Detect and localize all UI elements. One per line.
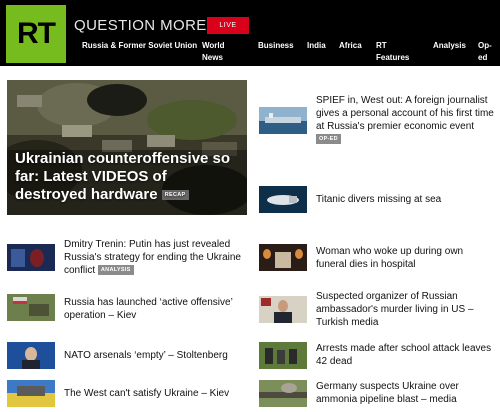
- nav-business[interactable]: Business: [258, 40, 294, 52]
- hero-headline[interactable]: Ukrainian counteroffensive so far: Lates…: [15, 150, 240, 204]
- story-ambassador[interactable]: Suspected organizer of Russian ambassado…: [316, 290, 496, 329]
- nav-op-ed[interactable]: Op-ed: [478, 40, 496, 64]
- story-title: SPIEF in, West out: A foreign journalist…: [316, 95, 494, 132]
- nav-russia[interactable]: Russia & Former Soviet Union: [82, 40, 200, 52]
- live-button[interactable]: LIVE: [207, 17, 249, 34]
- story-titanic[interactable]: Titanic divers missing at sea: [316, 193, 496, 206]
- story-trenin[interactable]: Dmitry Trenin: Putin has just revealed R…: [64, 238, 249, 277]
- trenin-thumbnail[interactable]: [7, 244, 55, 271]
- story-offensive[interactable]: Russia has launched ‘active offensive’ o…: [64, 296, 249, 322]
- school-attack-thumbnail[interactable]: [259, 342, 307, 369]
- hero-title-text: Ukrainian counteroffensive so far: Lates…: [15, 150, 231, 203]
- story-title: Germany suspects Ukraine over ammonia pi…: [316, 381, 459, 405]
- analysis-badge: ANALYSIS: [97, 265, 134, 276]
- ambassador-thumbnail[interactable]: [259, 296, 307, 323]
- story-spief[interactable]: SPIEF in, West out: A foreign journalist…: [316, 94, 496, 146]
- story-west-ukraine[interactable]: The West can't satisfy Ukraine – Kiev: [64, 387, 249, 400]
- story-pipeline[interactable]: Germany suspects Ukraine over ammonia pi…: [316, 380, 496, 406]
- story-title: Arrests made after school attack leaves …: [316, 343, 492, 367]
- story-title: Russia has launched ‘active offensive’ o…: [64, 297, 233, 321]
- nato-thumbnail[interactable]: [7, 342, 55, 369]
- story-nato[interactable]: NATO arsenals ‘empty’ – Stoltenberg: [64, 349, 249, 362]
- nav-world-news[interactable]: World News: [202, 40, 236, 64]
- titanic-thumbnail[interactable]: [259, 186, 307, 213]
- west-ukraine-thumbnail[interactable]: [7, 380, 55, 407]
- story-title: Dmitry Trenin: Putin has just revealed R…: [64, 239, 241, 276]
- story-title: Woman who woke up during own funeral die…: [316, 246, 464, 270]
- story-title: Titanic divers missing at sea: [316, 194, 442, 205]
- offensive-thumbnail[interactable]: [7, 294, 55, 321]
- hero-story[interactable]: Ukrainian counteroffensive so far: Lates…: [7, 80, 247, 215]
- funeral-thumbnail[interactable]: [259, 244, 307, 271]
- story-title: Suspected organizer of Russian ambassado…: [316, 291, 474, 328]
- site-header: RT QUESTION MORE LIVE Russia & Former So…: [0, 0, 500, 66]
- story-funeral[interactable]: Woman who woke up during own funeral die…: [316, 245, 496, 271]
- pipeline-thumbnail[interactable]: [259, 380, 307, 407]
- nav-analysis[interactable]: Analysis: [433, 40, 466, 52]
- recap-badge: RECAP: [161, 190, 189, 201]
- nav-india[interactable]: India: [307, 40, 326, 52]
- story-title: The West can't satisfy Ukraine – Kiev: [64, 388, 230, 399]
- nav-africa[interactable]: Africa: [339, 40, 362, 52]
- story-title: NATO arsenals ‘empty’ – Stoltenberg: [64, 350, 228, 361]
- nav-rt-features[interactable]: RT Features: [376, 40, 414, 64]
- logo-text: RT: [17, 17, 56, 50]
- story-school-attack[interactable]: Arrests made after school attack leaves …: [316, 342, 496, 368]
- op-ed-badge: OP-ED: [316, 134, 341, 145]
- tagline: QUESTION MORE: [74, 17, 207, 34]
- rt-logo[interactable]: RT: [6, 5, 66, 63]
- spief-thumbnail[interactable]: [259, 107, 307, 134]
